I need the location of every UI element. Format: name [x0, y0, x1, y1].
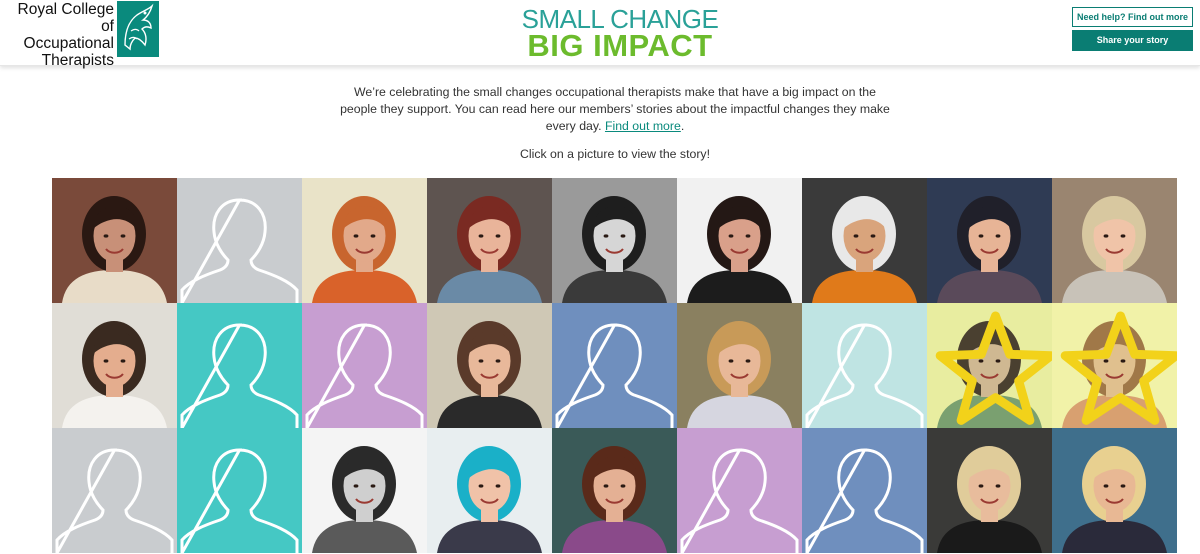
story-tile-placeholder[interactable] — [177, 428, 302, 553]
story-tile-placeholder[interactable] — [677, 428, 802, 553]
person-silhouette-icon — [802, 303, 927, 428]
story-tile-photo[interactable] — [427, 178, 552, 303]
story-tile-photo[interactable] — [802, 178, 927, 303]
star-icon — [935, 311, 1052, 425]
story-tile-photo[interactable] — [927, 428, 1052, 553]
story-tile-photo[interactable] — [677, 178, 802, 303]
story-tile-photo[interactable] — [52, 178, 177, 303]
member-photo — [1052, 178, 1177, 303]
member-photo — [802, 178, 927, 303]
person-silhouette-icon — [302, 303, 427, 428]
campaign-logo[interactable]: SMALL CHANGE BIG IMPACT — [470, 6, 770, 63]
story-tile-placeholder[interactable] — [302, 303, 427, 428]
story-grid — [52, 178, 1179, 554]
share-story-button[interactable]: Share your story — [1072, 30, 1193, 51]
member-photo — [552, 178, 677, 303]
member-photo — [52, 178, 177, 303]
story-tile-photo[interactable] — [927, 178, 1052, 303]
member-photo — [677, 178, 802, 303]
story-tile-photo[interactable] — [1052, 428, 1177, 553]
brand-line-2: BIG IMPACT — [527, 28, 713, 63]
story-tile-photo[interactable] — [427, 303, 552, 428]
story-tile-photo[interactable] — [427, 428, 552, 553]
star-icon — [1060, 311, 1177, 425]
story-tile-photo[interactable] — [552, 178, 677, 303]
story-tile-photo[interactable] — [52, 303, 177, 428]
person-silhouette-icon — [177, 178, 302, 303]
member-photo — [427, 303, 552, 428]
member-photo — [927, 428, 1052, 553]
story-tile-photo[interactable] — [302, 178, 427, 303]
story-tile-photo[interactable] — [552, 428, 677, 553]
member-photo — [302, 428, 427, 553]
need-help-button[interactable]: Need help? Find out more — [1072, 7, 1193, 27]
story-tile-placeholder[interactable] — [802, 303, 927, 428]
person-silhouette-icon — [802, 428, 927, 553]
story-tile-placeholder[interactable] — [177, 178, 302, 303]
story-tile-placeholder[interactable] — [552, 303, 677, 428]
click-hint: Click on a picture to view the story! — [520, 147, 710, 161]
member-photo — [427, 428, 552, 553]
story-tile-placeholder[interactable] — [52, 428, 177, 553]
story-tile-photo[interactable] — [677, 303, 802, 428]
org-crest-icon[interactable] — [117, 1, 159, 57]
member-photo — [52, 303, 177, 428]
member-photo — [302, 178, 427, 303]
story-tile-photo[interactable] — [1052, 303, 1177, 428]
person-silhouette-icon — [177, 303, 302, 428]
story-tile-placeholder[interactable] — [802, 428, 927, 553]
member-photo — [1052, 428, 1177, 553]
intro-paragraph: We’re celebrating the small changes occu… — [340, 84, 890, 135]
find-out-more-link[interactable]: Find out more — [605, 119, 681, 133]
member-photo — [677, 303, 802, 428]
person-silhouette-icon — [677, 428, 802, 553]
story-tile-photo[interactable] — [302, 428, 427, 553]
person-silhouette-icon — [177, 428, 302, 553]
org-name-line-1: Royal College of — [17, 1, 115, 35]
intro-suffix: . — [680, 119, 685, 133]
org-name-line-3: Therapists — [41, 52, 114, 69]
person-silhouette-icon — [52, 428, 177, 553]
story-tile-photo[interactable] — [927, 303, 1052, 428]
org-name-line-2: Occupational — [23, 35, 114, 52]
member-photo — [427, 178, 552, 303]
member-photo — [552, 428, 677, 553]
site-header: Royal College of Occupational Therapists… — [0, 0, 1200, 69]
org-logo-text[interactable]: Royal College of Occupational Therapists — [6, 1, 115, 69]
person-silhouette-icon — [552, 303, 677, 428]
member-photo — [927, 178, 1052, 303]
story-tile-photo[interactable] — [1052, 178, 1177, 303]
story-tile-placeholder[interactable] — [177, 303, 302, 428]
